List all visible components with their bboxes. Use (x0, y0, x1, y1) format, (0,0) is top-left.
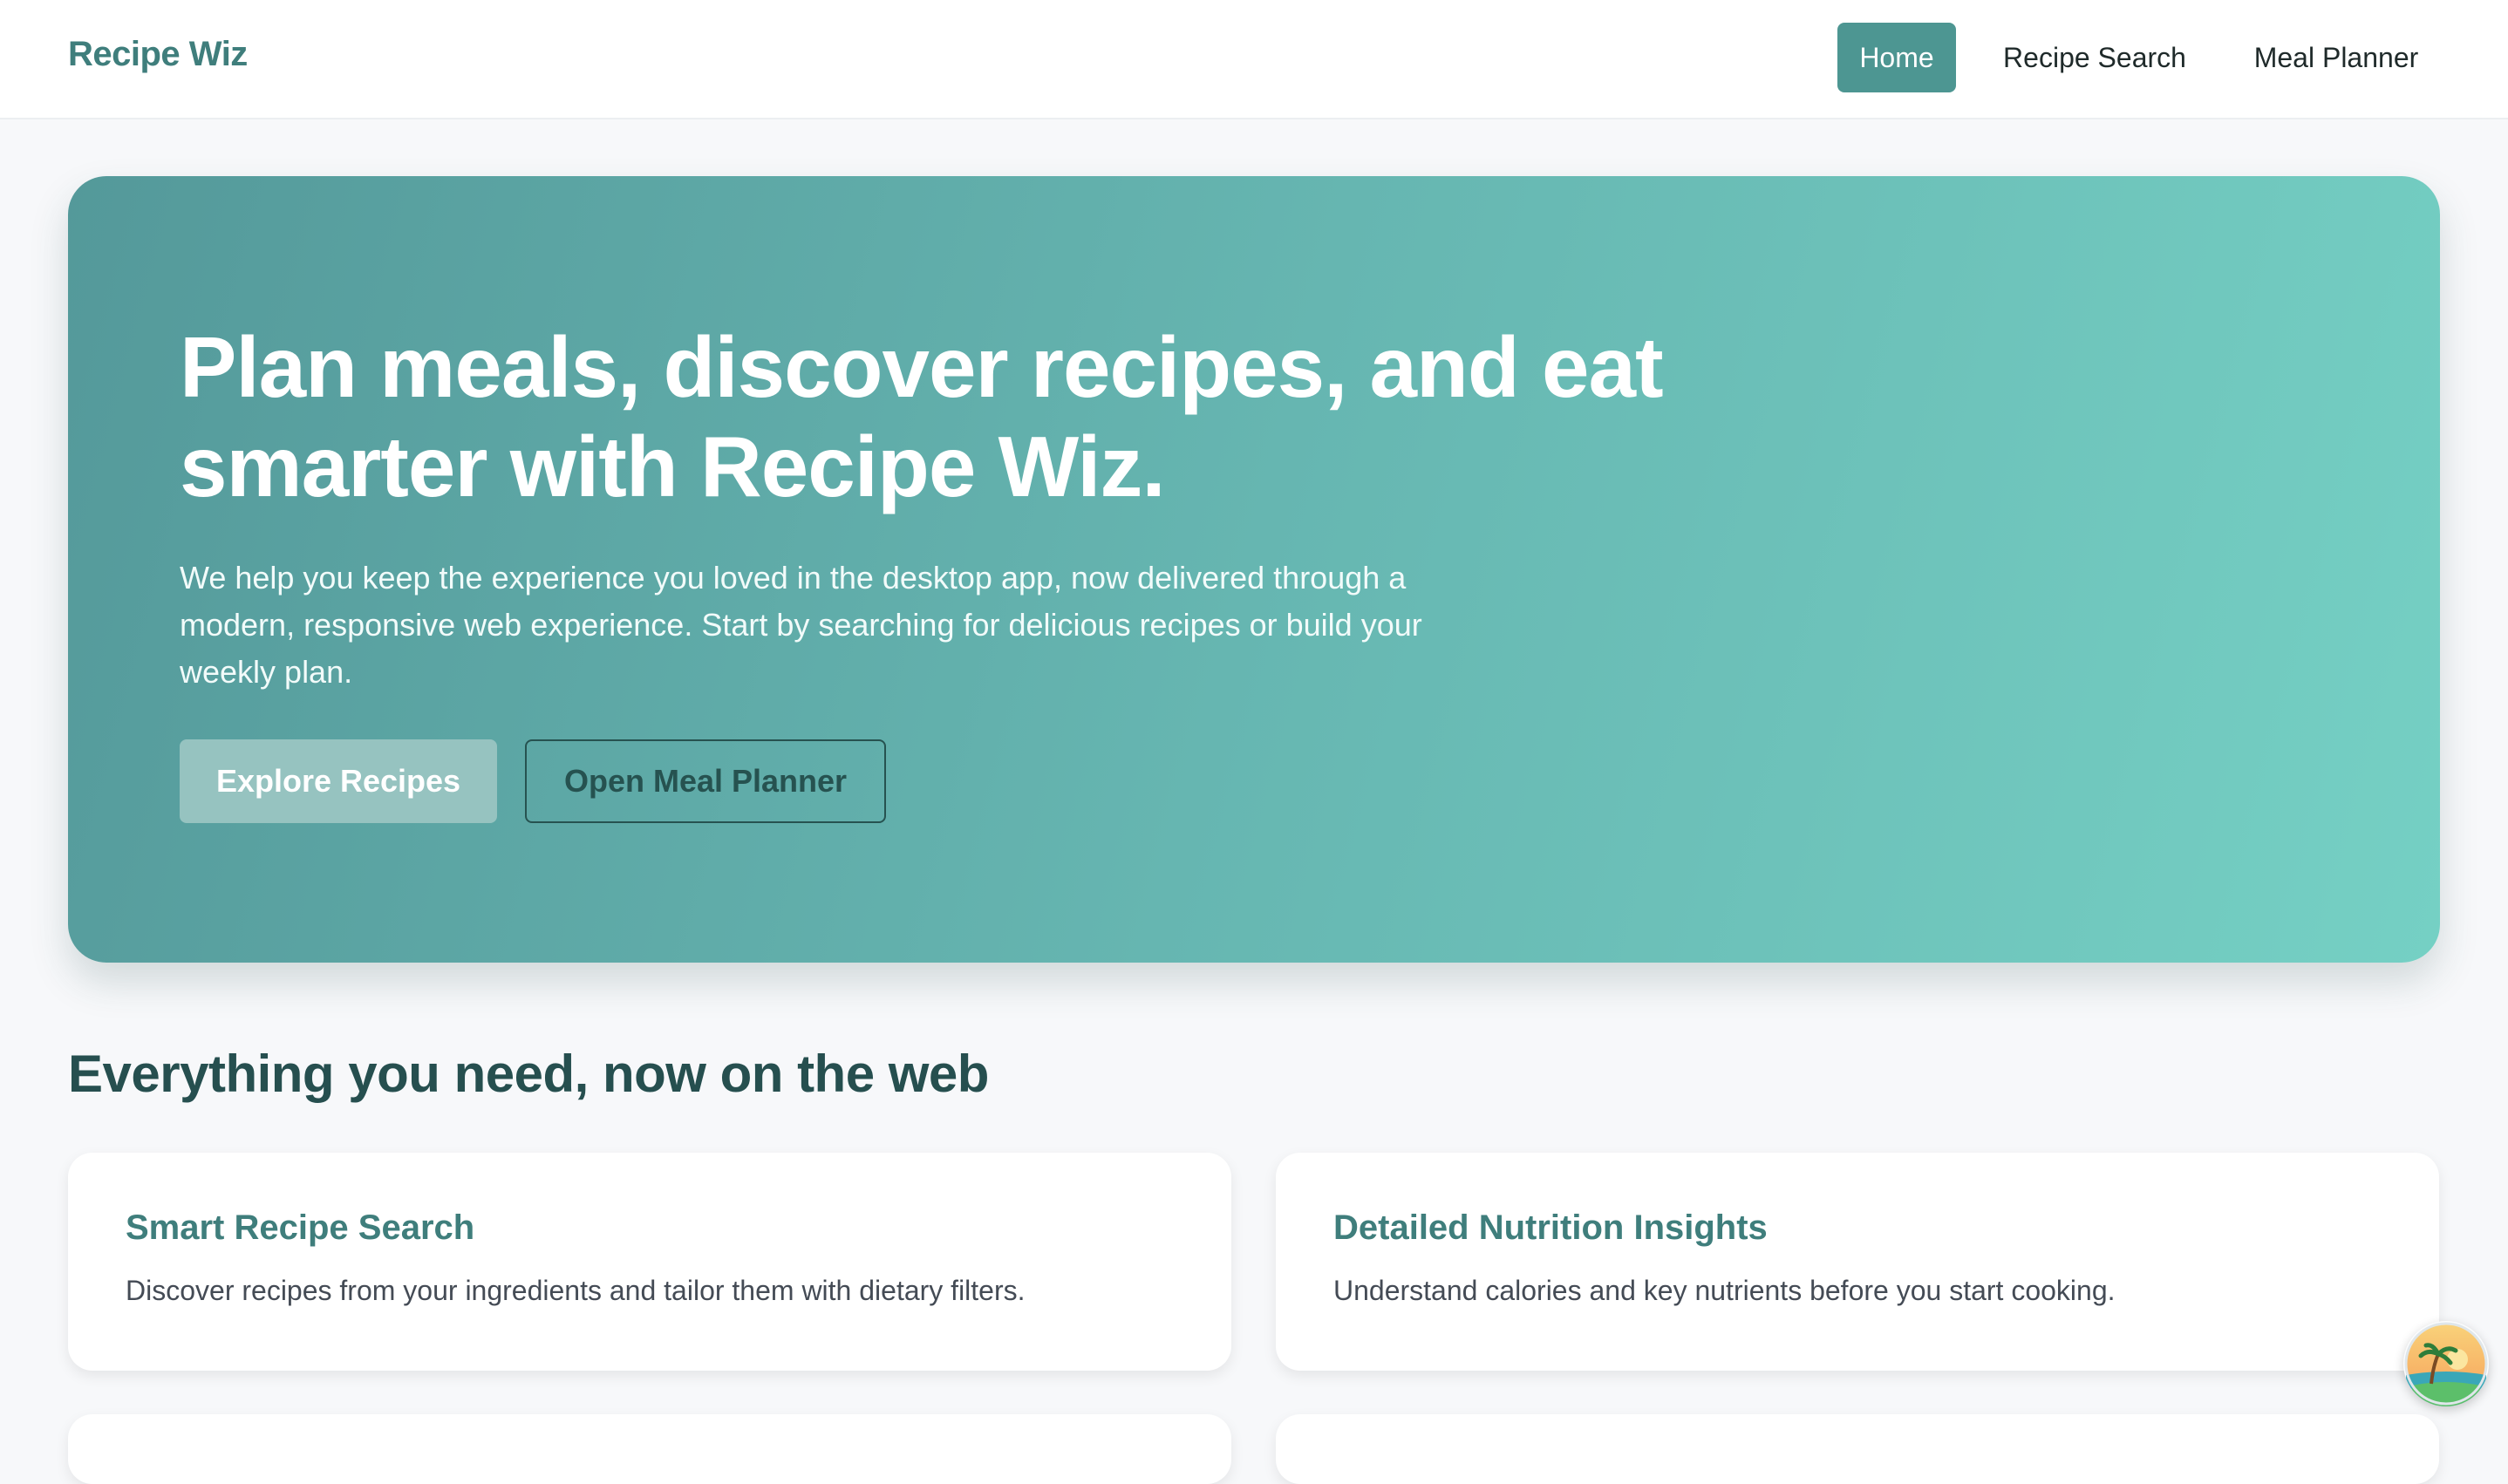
open-meal-planner-button[interactable]: Open Meal Planner (525, 739, 886, 823)
feature-card-partial (1276, 1414, 2439, 1484)
feature-card-text: Discover recipes from your ingredients a… (126, 1275, 1026, 1306)
feature-card-title: Detailed Nutrition Insights (1333, 1208, 1768, 1247)
nav-home[interactable]: Home (1837, 23, 1956, 92)
hero-title: Plan meals, discover recipes, and eat sm… (180, 319, 1664, 514)
explore-recipes-button[interactable]: Explore Recipes (180, 739, 497, 823)
beach-avatar-icon[interactable] (2403, 1321, 2489, 1406)
top-navbar: Recipe Wiz Home Recipe Search Meal Plann… (0, 0, 2508, 119)
hero-description: We help you keep the experience you love… (180, 560, 1422, 690)
feature-card-text: Understand calories and key nutrients be… (1333, 1275, 2116, 1306)
nav-meal-planner[interactable]: Meal Planner (2242, 23, 2430, 92)
nav-recipe-search[interactable]: Recipe Search (1988, 23, 2201, 92)
feature-card-nutrition: Detailed Nutrition Insights Understand c… (1276, 1153, 2439, 1371)
feature-card-title: Smart Recipe Search (126, 1208, 475, 1247)
beach-avatar-graphic (2404, 1322, 2488, 1406)
brand-logo[interactable]: Recipe Wiz (68, 35, 248, 74)
features-heading: Everything you need, now on the web (68, 1045, 989, 1103)
feature-card-partial (68, 1414, 1231, 1484)
feature-card-recipe-search: Smart Recipe Search Discover recipes fro… (68, 1153, 1231, 1371)
hero-banner: Plan meals, discover recipes, and eat sm… (68, 176, 2440, 963)
